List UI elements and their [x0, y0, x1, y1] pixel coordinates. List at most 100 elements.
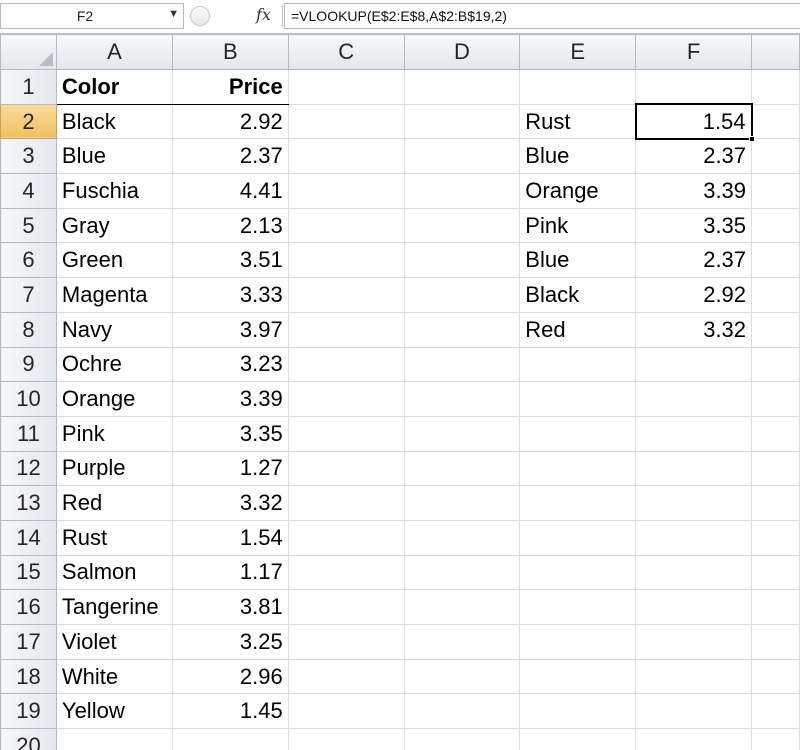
- cell-e2[interactable]: Rust: [519, 103, 637, 140]
- cell-e18[interactable]: [519, 658, 637, 695]
- cell-b14[interactable]: 1.54: [171, 519, 289, 556]
- cell-b13[interactable]: 3.32: [171, 485, 289, 521]
- cell-a8[interactable]: Navy: [55, 311, 173, 348]
- row-header-17[interactable]: 17: [0, 624, 57, 660]
- cell-f13[interactable]: [635, 485, 753, 521]
- cell-f17[interactable]: [635, 624, 753, 660]
- row-header-3[interactable]: 3: [0, 138, 57, 175]
- cell-b9[interactable]: 3.23: [171, 346, 289, 383]
- cell-a2[interactable]: Black: [55, 103, 173, 140]
- cell-b4[interactable]: 4.41: [171, 173, 289, 209]
- cell-d18[interactable]: [403, 658, 521, 695]
- cell-d7[interactable]: [403, 277, 521, 313]
- cell-c7[interactable]: [287, 277, 405, 313]
- cell-d4[interactable]: [403, 173, 521, 209]
- cell-a1[interactable]: Color: [55, 69, 173, 105]
- cell-b6[interactable]: 3.51: [171, 242, 289, 279]
- cell-c6[interactable]: [287, 242, 405, 279]
- cell-b10[interactable]: 3.39: [171, 381, 289, 417]
- cell-d12[interactable]: [403, 450, 521, 487]
- cell-e12[interactable]: [519, 450, 637, 487]
- cell-a18[interactable]: White: [55, 658, 173, 695]
- cell-e16[interactable]: [519, 589, 637, 625]
- row-header-8[interactable]: 8: [0, 311, 57, 348]
- cell-f1[interactable]: [635, 69, 753, 105]
- row-header-15[interactable]: 15: [0, 554, 57, 591]
- cell-d20[interactable]: [403, 728, 521, 750]
- cell-g16[interactable]: [751, 589, 800, 625]
- cell-d15[interactable]: [403, 554, 521, 591]
- cell-b3[interactable]: 2.37: [171, 138, 289, 175]
- cell-d16[interactable]: [403, 589, 521, 625]
- cell-a15[interactable]: Salmon: [55, 554, 173, 591]
- cell-g14[interactable]: [751, 519, 800, 556]
- cell-b17[interactable]: 3.25: [171, 624, 289, 660]
- cell-c19[interactable]: [287, 693, 405, 730]
- cell-c15[interactable]: [287, 554, 405, 591]
- cell-d10[interactable]: [403, 381, 521, 417]
- cell-e7[interactable]: Black: [519, 277, 637, 313]
- cell-d8[interactable]: [403, 311, 521, 348]
- cell-g10[interactable]: [751, 381, 800, 417]
- row-header-11[interactable]: 11: [0, 415, 57, 452]
- cell-b20[interactable]: [171, 728, 289, 750]
- cell-f10[interactable]: [635, 381, 753, 417]
- cell-e13[interactable]: [519, 485, 637, 521]
- column-header-c[interactable]: C: [287, 34, 405, 70]
- row-header-12[interactable]: 12: [0, 450, 57, 487]
- cell-c1[interactable]: [287, 69, 405, 105]
- cell-d19[interactable]: [403, 693, 521, 730]
- cell-g11[interactable]: [751, 415, 800, 452]
- cell-g15[interactable]: [751, 554, 800, 591]
- cell-e14[interactable]: [519, 519, 637, 556]
- cell-d13[interactable]: [403, 485, 521, 521]
- cell-g20[interactable]: [751, 728, 800, 750]
- column-header-f[interactable]: F: [635, 34, 753, 70]
- cell-d2[interactable]: [403, 103, 521, 140]
- cell-c11[interactable]: [287, 415, 405, 452]
- cell-d14[interactable]: [403, 519, 521, 556]
- cell-f3[interactable]: 2.37: [635, 138, 753, 175]
- cell-f20[interactable]: [635, 728, 753, 750]
- cell-g12[interactable]: [751, 450, 800, 487]
- cell-g18[interactable]: [751, 658, 800, 695]
- row-header-20[interactable]: 20: [0, 728, 57, 750]
- cell-a16[interactable]: Tangerine: [55, 589, 173, 625]
- cell-f19[interactable]: [635, 693, 753, 730]
- cell-g3[interactable]: [751, 138, 800, 175]
- cell-c2[interactable]: [287, 103, 405, 140]
- cell-a7[interactable]: Magenta: [55, 277, 173, 313]
- cell-c12[interactable]: [287, 450, 405, 487]
- cell-d3[interactable]: [403, 138, 521, 175]
- cell-c9[interactable]: [287, 346, 405, 383]
- cell-a14[interactable]: Rust: [55, 519, 173, 556]
- select-all-corner[interactable]: [0, 34, 57, 70]
- cell-e5[interactable]: Pink: [519, 207, 637, 244]
- cell-f12[interactable]: [635, 450, 753, 487]
- column-header-partial[interactable]: [751, 34, 800, 70]
- cell-c20[interactable]: [287, 728, 405, 750]
- row-header-16[interactable]: 16: [0, 589, 57, 625]
- column-header-b[interactable]: B: [171, 34, 289, 70]
- row-header-18[interactable]: 18: [0, 658, 57, 695]
- name-box[interactable]: F2 ▼: [0, 3, 184, 29]
- formula-input[interactable]: =VLOOKUP(E$2:E$8,A$2:B$19,2): [284, 3, 800, 29]
- row-header-5[interactable]: 5: [0, 207, 57, 244]
- cell-b2[interactable]: 2.92: [171, 103, 289, 140]
- cell-c16[interactable]: [287, 589, 405, 625]
- cell-g4[interactable]: [751, 173, 800, 209]
- cell-b15[interactable]: 1.17: [171, 554, 289, 591]
- cell-f18[interactable]: [635, 658, 753, 695]
- row-header-2[interactable]: 2: [0, 103, 57, 140]
- row-header-19[interactable]: 19: [0, 693, 57, 730]
- cell-g13[interactable]: [751, 485, 800, 521]
- cell-a3[interactable]: Blue: [55, 138, 173, 175]
- cell-c14[interactable]: [287, 519, 405, 556]
- cell-c18[interactable]: [287, 658, 405, 695]
- cell-e1[interactable]: [519, 69, 637, 105]
- cell-e9[interactable]: [519, 346, 637, 383]
- cell-d9[interactable]: [403, 346, 521, 383]
- row-header-14[interactable]: 14: [0, 519, 57, 556]
- cell-b5[interactable]: 2.13: [171, 207, 289, 244]
- cell-f6[interactable]: 2.37: [635, 242, 753, 279]
